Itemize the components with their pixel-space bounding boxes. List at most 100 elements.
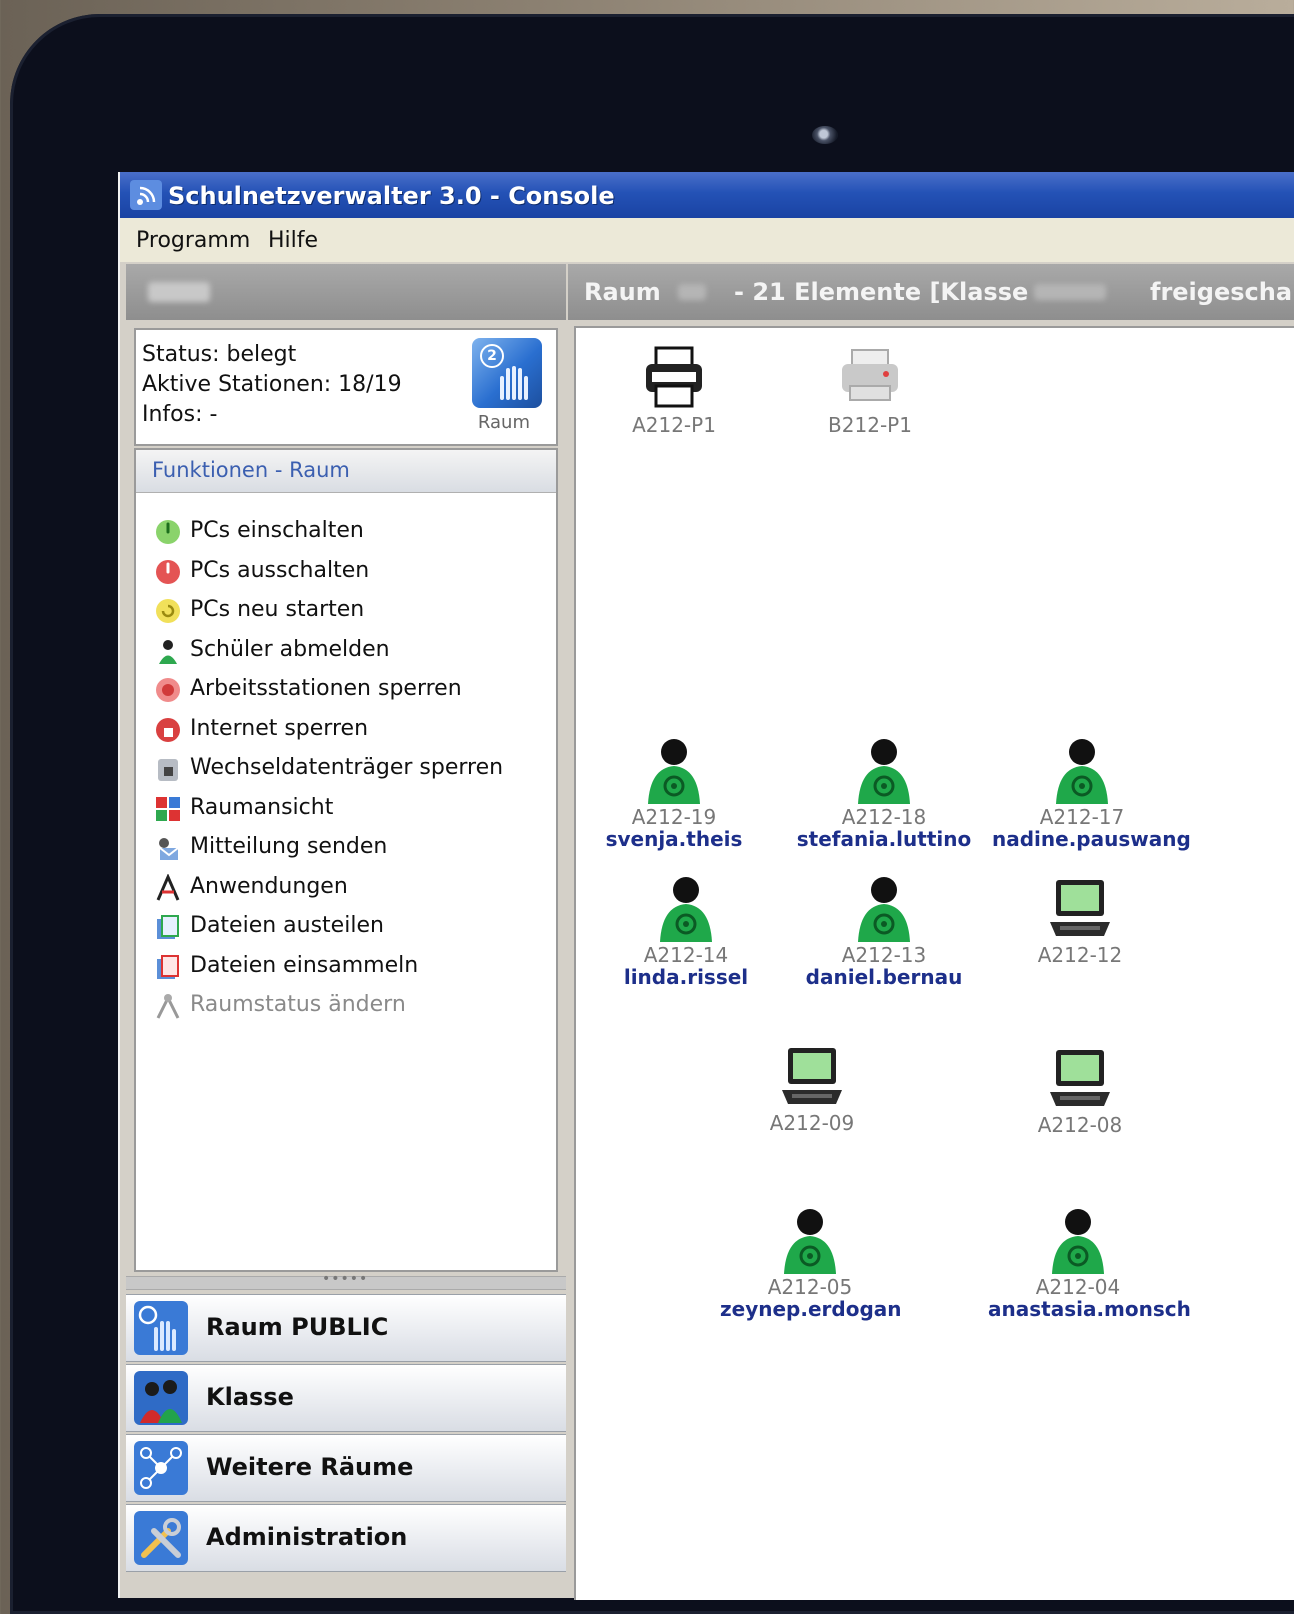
station-a212-04[interactable]: A212-04 anastasia.monsch (988, 1204, 1191, 1320)
redacted-class-name (1034, 284, 1106, 300)
function-label: Wechseldatenträger sperren (190, 755, 504, 780)
room-header-suffix: freigescha (1150, 278, 1293, 306)
station-user: linda.rissel (623, 965, 749, 989)
station-a212-12[interactable]: A212-12 (990, 872, 1170, 966)
student-icon (648, 739, 700, 804)
printer-icon (646, 346, 702, 408)
station-b212-p1[interactable]: B212-P1 (780, 342, 960, 436)
function-label: Raumansicht (190, 794, 334, 820)
function-label: PCs einschalten (190, 518, 364, 543)
room-icon[interactable]: 2 (472, 338, 542, 408)
functions-header-label: Funktionen - Raum (152, 458, 350, 482)
function-applications[interactable]: Anwendungen (154, 870, 544, 906)
nav-label: Klasse (206, 1383, 294, 1411)
pane-splitter[interactable]: ••••• (126, 1271, 566, 1290)
functions-panel: Funktionen - Raum PCs einschalten PCs aus… (134, 448, 558, 1272)
station-id: A212-09 (769, 1111, 855, 1135)
function-restart[interactable]: PCs neu starten (154, 593, 544, 629)
status-stations: Aktive Stationen: 18/19 (142, 372, 402, 397)
administration-icon (134, 1511, 188, 1565)
function-logout-user[interactable]: Schüler abmelden (154, 633, 544, 669)
room-header-count: - 21 Elemente [Klasse (734, 278, 1029, 306)
function-lock-stations[interactable]: Arbeitsstationen sperren (154, 672, 544, 708)
right-pane: Raum - 21 Elemente [Klasse freigescha A2… (568, 264, 1294, 1600)
function-power-off[interactable]: PCs ausschalten (154, 554, 544, 590)
function-internet-lock[interactable]: Internet sperren (154, 712, 544, 748)
function-label: Raumstatus ändern (190, 992, 406, 1017)
station-id: A212-08 (1037, 1113, 1123, 1137)
window-title: Schulnetzverwalter 3.0 - Console (168, 182, 615, 210)
station-id: A212-04 (1035, 1275, 1121, 1299)
function-removable-media-lock[interactable]: Wechseldatenträger sperren (154, 751, 544, 787)
room-status-icon (156, 994, 180, 1019)
menu-bar: Programm Hilfe (120, 218, 1294, 262)
station-a212-18[interactable]: A212-18 stefania.luttino (794, 734, 974, 850)
station-a212-p1[interactable]: A212-P1 (584, 342, 764, 436)
menu-hilfe[interactable]: Hilfe (268, 228, 318, 253)
class-icon (134, 1371, 188, 1425)
lock-stations-icon (156, 678, 180, 702)
nav-weitere-raeume[interactable]: Weitere Räume (126, 1434, 566, 1502)
room-canvas: A212-P1 B212-P1 A212-19 svenja.theis A212-18… (574, 326, 1294, 1600)
station-id: A212-13 (841, 943, 927, 967)
send-message-icon (159, 838, 179, 860)
station-id: A212-14 (643, 943, 729, 967)
room-name-header (126, 264, 566, 320)
function-label: Anwendungen (190, 873, 348, 899)
station-a212-09[interactable]: A212-09 (722, 1040, 902, 1134)
room-header-prefix: Raum (584, 278, 661, 306)
status-infos: Infos: - (142, 402, 218, 427)
room-status-box: Status: belegt Aktive Stationen: 18/19 I… (134, 328, 558, 446)
station-id: A212-17 (1039, 805, 1125, 829)
function-send-message[interactable]: Mitteilung senden (154, 830, 544, 866)
function-label: Schüler abmelden (190, 636, 390, 662)
function-label: Internet sperren (190, 715, 369, 741)
nav-raum-public[interactable]: Raum PUBLIC (126, 1294, 566, 1362)
station-a212-17[interactable]: A212-17 nadine.pauswang (992, 734, 1191, 851)
station-a212-08[interactable]: A212-08 (990, 1042, 1170, 1136)
function-label: Mitteilung senden (190, 834, 388, 859)
station-a212-13[interactable]: A212-13 daniel.bernau (794, 872, 974, 988)
nav-label: Raum PUBLIC (206, 1313, 389, 1341)
student-icon (858, 877, 910, 942)
more-rooms-icon (134, 1441, 188, 1495)
station-a212-19[interactable]: A212-19 svenja.theis (584, 734, 764, 850)
student-icon (784, 1209, 836, 1274)
function-label: Dateien austeilen (190, 913, 384, 938)
nav-label: Weitere Räume (206, 1453, 414, 1481)
nav-klasse[interactable]: Klasse (126, 1364, 566, 1432)
room-icon-label: Raum (477, 412, 530, 433)
nav-administration[interactable]: Administration (126, 1504, 566, 1572)
function-label: Arbeitsstationen sperren (190, 676, 462, 701)
student-icon (858, 739, 910, 804)
applications-icon (156, 873, 180, 901)
station-a212-05[interactable]: A212-05 zeynep.erdogan (720, 1204, 902, 1320)
function-power-on[interactable]: PCs einschalten (154, 514, 544, 550)
station-id: A212-19 (631, 805, 717, 829)
station-user: svenja.theis (605, 827, 743, 851)
removable-media-lock-icon (158, 759, 178, 781)
student-icon (1056, 739, 1108, 804)
redacted-room-name (148, 282, 210, 302)
station-id: B212-P1 (828, 413, 912, 437)
station-id: A212-12 (1037, 943, 1123, 967)
functions-header: Funktionen - Raum (136, 450, 556, 493)
room-icon (134, 1301, 188, 1355)
laptop-icon (782, 1048, 842, 1104)
power-on-icon (156, 520, 180, 544)
power-off-icon (156, 559, 180, 584)
title-bar[interactable]: Schulnetzverwalter 3.0 - Console (120, 172, 1294, 218)
station-user: stefania.luttino (796, 827, 972, 851)
left-pane: Status: belegt Aktive Stationen: 18/19 I… (126, 264, 566, 1598)
app-logo-icon (130, 180, 162, 210)
station-a212-14[interactable]: A212-14 linda.rissel (596, 872, 776, 988)
redacted-room-id (678, 284, 706, 300)
function-label: PCs neu starten (190, 597, 365, 622)
menu-programm[interactable]: Programm (136, 228, 250, 253)
function-room-view[interactable]: Raumansicht (154, 791, 544, 827)
station-user: nadine.pauswang (992, 827, 1191, 851)
function-collect-files[interactable]: Dateien einsammeln (154, 949, 544, 985)
printer-inactive-icon (842, 349, 898, 401)
function-distribute-files[interactable]: Dateien austeilen (154, 909, 544, 945)
function-room-status[interactable]: Raumstatus ändern (154, 988, 544, 1024)
